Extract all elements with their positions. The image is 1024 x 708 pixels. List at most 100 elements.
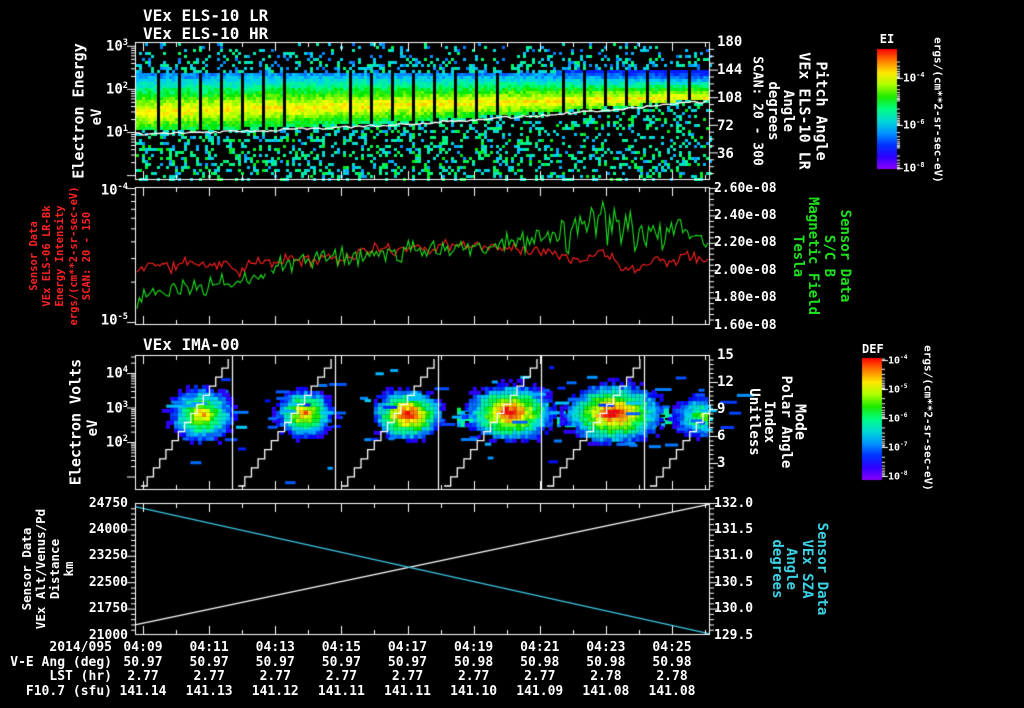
footer-lst-value: 2.78 — [656, 669, 688, 684]
panel3-left-tick: 102 — [105, 434, 128, 451]
panel2-right-tick: 1.80e-08 — [714, 290, 777, 306]
footer-lst-value: 2.77 — [127, 669, 159, 684]
panel4-right-label-1: VEx SZA — [799, 539, 815, 599]
panel3-title: VEx IMA-00 — [143, 335, 240, 354]
panel2-right-label-1: S/C B — [821, 234, 837, 278]
panel4-left-tick: 21750 — [88, 601, 128, 617]
footer-lst-value: 2.78 — [590, 669, 622, 684]
panel4-right-tick: 131.0 — [714, 548, 754, 564]
panel1-right-tick: 180 — [717, 34, 743, 50]
panel1-left-tick: 102 — [105, 81, 128, 98]
footer-f107-value: 141.10 — [450, 683, 498, 699]
footer-ve_ang-value: 50.98 — [652, 654, 692, 670]
footer-ve_ang-value: 50.97 — [321, 654, 361, 670]
panel3-right-label-1: Polar Angle — [778, 375, 794, 469]
panel4-right-tick: 131.5 — [714, 521, 754, 537]
colorbar-def-tick: 10-6 — [888, 411, 908, 424]
colorbar-def-tick: 10-7 — [888, 440, 908, 453]
panel3-right-tick: 15 — [717, 347, 734, 363]
panel2-left-tick: 10-4 — [100, 182, 128, 199]
panel4-left-label-3: km — [60, 561, 76, 577]
footer-times-value: 04:13 — [255, 640, 295, 655]
panel1-ylabel: Electron Energy — [69, 43, 88, 179]
panel2-right-tick: 2.40e-08 — [714, 207, 777, 223]
panel4-left-tick: 24750 — [88, 495, 128, 511]
panel1-right-tick: 72 — [717, 118, 734, 134]
footer-row-label: V-E Ang (deg) — [10, 654, 112, 670]
footer-times-value: 04:09 — [123, 640, 163, 655]
panel4-left-label-1: VEx Alt/Venus/Pd — [32, 508, 48, 630]
footer-times-value: 04:11 — [189, 640, 229, 655]
panel1-right-label-0: Pitch Angle — [812, 61, 831, 161]
footer-ve_ang-value: 50.98 — [520, 654, 560, 670]
footer-row-label: F10.7 (sfu) — [25, 683, 112, 699]
panel3-right-label-3: Unitless — [746, 388, 762, 456]
panel1-right-tick: 108 — [717, 90, 743, 106]
footer-ve_ang-value: 50.97 — [387, 654, 428, 670]
footer-times-value: 04:19 — [454, 640, 494, 655]
panel4-right-tick: 130.0 — [714, 601, 754, 617]
panel1-title-lr: VEx ELS-10 LR — [143, 6, 269, 25]
plot-page: VEx ELS-10 LR VEx ELS-10 HR VEx IMA-00 E… — [0, 0, 1024, 708]
panel3-right-tick: 3 — [717, 455, 726, 471]
panel3-right-label-0: Mode — [791, 403, 810, 441]
footer-ve_ang-value: 50.98 — [454, 654, 494, 670]
panel3-right-tick: 6 — [717, 428, 726, 444]
panel1-right-label-3: degrees — [765, 81, 781, 141]
colorbar-ei-tick: 10-6 — [903, 118, 925, 132]
panel1-right-label-2: Angle — [780, 89, 796, 133]
footer-ve_ang-value: 50.98 — [586, 654, 626, 670]
panel4-left-label-0: Sensor Data — [18, 527, 34, 611]
panel2-right-tick: 1.60e-08 — [714, 317, 777, 333]
panel4-right-label-3: degrees — [769, 539, 785, 599]
panel1-right-label-4: SCAN: 20 - 300 — [749, 56, 765, 166]
panel4-left-tick: 22500 — [88, 574, 128, 590]
footer-lst-value: 2.77 — [391, 669, 424, 684]
footer-times-value: 04:15 — [321, 640, 361, 655]
footer-times-value: 04:23 — [586, 640, 626, 655]
footer-ve_ang-value: 50.97 — [123, 654, 163, 670]
footer-f107-value: 141.12 — [251, 683, 299, 699]
panel4-left-tick: 24000 — [88, 521, 128, 537]
colorbar-def-tick: 10-4 — [888, 353, 908, 366]
colorbar-ei-unit: ergs/(cm**2-sr-sec-eV) — [931, 37, 945, 183]
panel2-left-label-4: SCAN: 20 - 150 — [80, 211, 93, 301]
panel4-right-label-2: Angle — [783, 547, 799, 591]
footer-f107-value: 141.09 — [516, 683, 564, 699]
footer-row-label: LST (hr) — [49, 669, 112, 684]
panel1-title-hr: VEx ELS-10 HR — [143, 24, 269, 43]
panel4-right-tick: 129.5 — [714, 627, 754, 643]
panel3-right-label-2: Index — [761, 400, 777, 444]
panel2-right-label-2: Magnetic Field — [805, 196, 821, 316]
footer-f107-value: 141.08 — [582, 683, 630, 699]
panel1-left-tick: 103 — [105, 38, 128, 55]
colorbar-ei-tick: 10-4 — [903, 71, 925, 85]
footer-times-value: 04:21 — [520, 640, 560, 655]
footer-f107-value: 141.08 — [648, 683, 696, 699]
panel3-left-tick: 104 — [105, 365, 128, 382]
colorbar-def-tick: 10-5 — [888, 382, 908, 395]
panel3-right-tick: 12 — [717, 374, 734, 390]
footer-f107-value: 141.11 — [384, 683, 431, 699]
colorbar-def-tick: 10-8 — [888, 469, 908, 482]
panel4-left-label-2: Distance — [46, 538, 62, 600]
panel1-right-tick: 36 — [717, 146, 734, 162]
panel2-left-label-3: ergs/(cm**2-sr-sec-eV) — [67, 186, 80, 326]
footer-ve_ang-value: 50.97 — [189, 654, 229, 670]
panel2-right-tick: 2.00e-08 — [714, 262, 777, 278]
panel1-right-tick: 144 — [717, 62, 743, 78]
footer-date: 2014/095 — [49, 640, 112, 655]
panel4-left-tick: 23250 — [88, 548, 128, 564]
panel3-yunit: eV — [85, 419, 101, 437]
footer-f107-value: 141.11 — [317, 683, 365, 699]
panel2-right-label-3: Tesla — [790, 234, 806, 278]
footer-f107-value: 141.14 — [119, 683, 167, 699]
footer-times-value: 04:17 — [387, 640, 428, 655]
panel4-right-label-0: Sensor Data — [814, 522, 830, 616]
footer-lst-value: 2.77 — [193, 669, 225, 684]
colorbar-def-unit: ergs/(cm**2-sr-sec-eV) — [921, 345, 935, 491]
panel2-left-label-2: Energy Intensity — [54, 205, 67, 307]
panel4-right-tick: 132.0 — [714, 495, 754, 511]
panel2-left-label-1: VEx ELS-06 LR-Bk — [40, 205, 53, 307]
footer-lst-value: 2.77 — [457, 669, 490, 684]
